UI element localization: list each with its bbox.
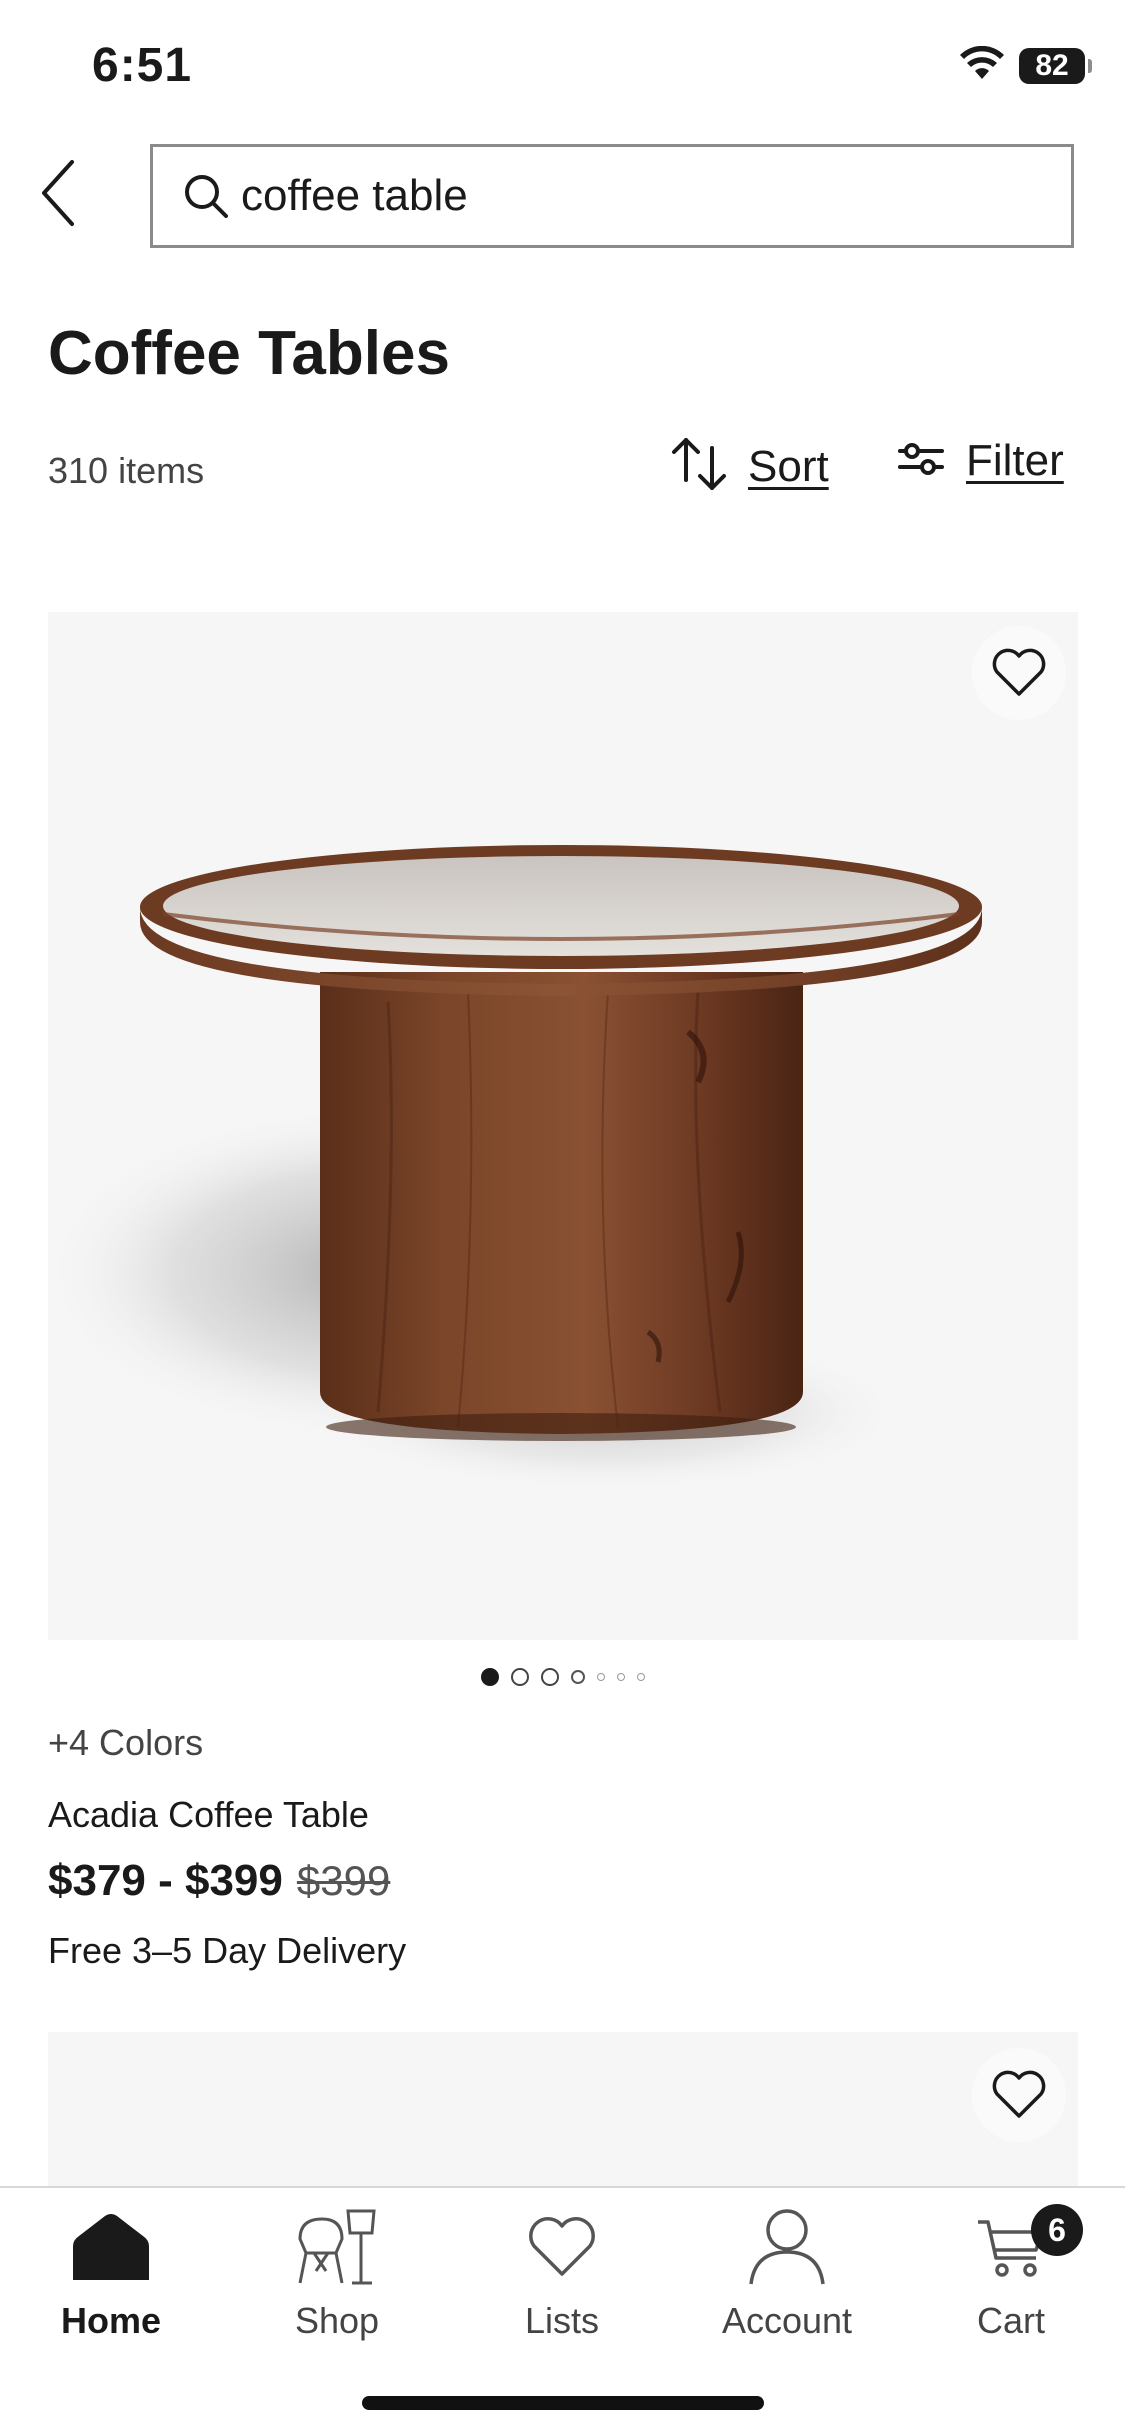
sort-button[interactable]: Sort: [670, 436, 829, 497]
product-image[interactable]: [48, 612, 1078, 1640]
search-box[interactable]: [150, 144, 1074, 248]
back-button[interactable]: [28, 148, 88, 238]
cart-count-badge: 6: [1031, 2204, 1083, 2256]
person-icon: [747, 2202, 827, 2292]
product-original-price: $399: [296, 1857, 391, 1904]
battery-indicator: 82: [1019, 47, 1092, 84]
product-delivery: Free 3–5 Day Delivery: [48, 1930, 407, 1971]
favorite-button[interactable]: [972, 626, 1066, 720]
carousel-dot[interactable]: [636, 1673, 645, 1681]
chair-lamp-icon: [296, 2202, 378, 2292]
status-time: 6:51: [92, 39, 193, 92]
home-icon: [69, 2202, 153, 2292]
tab-account[interactable]: Account: [687, 2202, 887, 2342]
sort-arrows-icon: [670, 436, 728, 497]
status-icons: 82: [959, 45, 1092, 85]
tab-label: Shop: [294, 2300, 380, 2341]
carousel-dot[interactable]: [570, 1670, 585, 1684]
filter-button[interactable]: Filter: [898, 436, 1064, 486]
carousel-dot[interactable]: [616, 1673, 625, 1681]
page-title: Coffee Tables: [48, 319, 450, 388]
status-bar: 6:51 82: [0, 0, 1125, 130]
carousel-dot[interactable]: [540, 1668, 559, 1686]
tab-label: Account: [721, 2300, 853, 2341]
tab-lists[interactable]: Lists: [462, 2202, 662, 2342]
tab-shop[interactable]: Shop: [237, 2202, 437, 2342]
carousel-dot[interactable]: [596, 1673, 605, 1681]
product-name[interactable]: Acadia Coffee Table: [48, 1794, 369, 1836]
chevron-left-icon: [42, 160, 74, 226]
sort-label: Sort: [748, 441, 829, 491]
carousel-dot[interactable]: [510, 1668, 529, 1686]
filter-sliders-icon: [898, 441, 944, 482]
product-price-row: $379 - $399 $399: [48, 1856, 390, 1906]
search-input[interactable]: [241, 171, 1041, 221]
carousel-dot-active[interactable]: [480, 1668, 499, 1686]
filter-label: Filter: [966, 436, 1064, 485]
favorite-button[interactable]: [972, 2048, 1066, 2142]
heart-icon: [992, 2070, 1046, 2118]
item-count: 310 items: [48, 450, 205, 491]
wifi-icon: [959, 45, 1005, 85]
coffee-table-image: [48, 845, 982, 1492]
tab-cart[interactable]: Cart 6: [911, 2202, 1111, 2342]
image-carousel-dots[interactable]: [0, 1668, 1125, 1686]
home-indicator[interactable]: [362, 2396, 764, 2410]
tab-home[interactable]: Home: [11, 2202, 211, 2342]
product-image[interactable]: [48, 2032, 1078, 2187]
product-colors-count[interactable]: +4 Colors: [48, 1722, 203, 1764]
tab-label: Home: [60, 2300, 162, 2341]
tab-label: Lists: [524, 2300, 600, 2341]
product-price: $379 - $399: [48, 1856, 283, 1905]
tab-label: Cart: [976, 2300, 1045, 2341]
heart-icon: [992, 648, 1046, 696]
heart-icon: [527, 2202, 597, 2292]
search-icon: [183, 173, 229, 219]
